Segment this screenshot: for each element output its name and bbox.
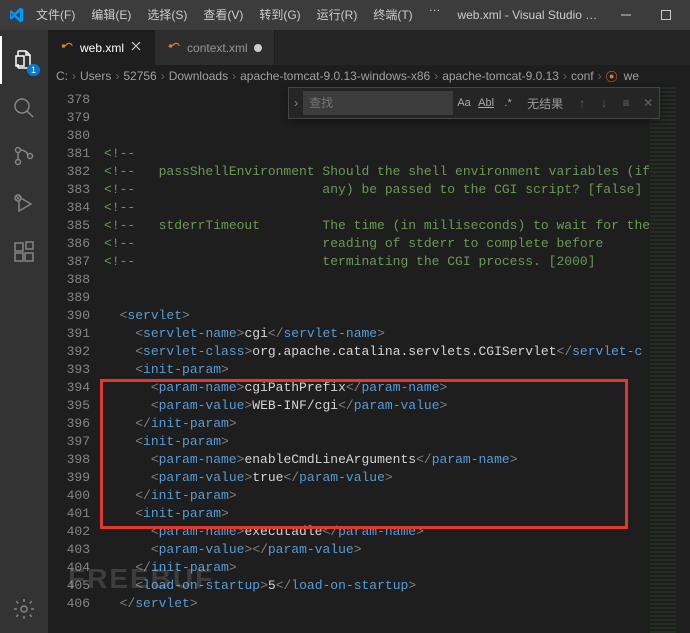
chevron-right-icon: › [598,69,602,83]
maximize-button[interactable] [646,0,686,30]
debug-icon[interactable] [0,180,48,228]
chevron-right-icon: › [72,69,76,83]
crumb[interactable]: Users [80,69,111,83]
find-input[interactable] [303,91,453,115]
code-editor[interactable]: 3783793803813823833843853863873883893903… [48,87,690,633]
crumb[interactable]: conf [571,69,594,83]
find-prev-icon[interactable]: ↑ [571,92,593,114]
find-next-icon[interactable]: ↓ [593,92,615,114]
menu-go[interactable]: 转到(G) [251,0,308,30]
search-icon[interactable] [0,84,48,132]
chevron-right-icon: › [434,69,438,83]
crumb[interactable]: apache-tomcat-9.0.13 [442,69,559,83]
find-selection-icon[interactable]: ≡ [615,92,637,114]
find-widget: › Aa Abl .* 无结果 ↑ ↓ ≡ ✕ [288,87,660,119]
editor-tabs: web.xml context.xml [48,30,690,65]
chevron-right-icon: › [563,69,567,83]
regex-icon[interactable]: .* [498,93,518,113]
vscode-logo-icon [4,7,28,23]
source-control-icon[interactable] [0,132,48,180]
tab-context-xml[interactable]: context.xml [155,30,275,65]
chevron-right-icon: › [161,69,165,83]
vertical-scrollbar[interactable] [676,87,690,633]
menu-edit[interactable]: 编辑(E) [83,0,139,30]
whole-word-icon[interactable]: Abl [476,93,496,113]
crumb[interactable]: we [624,69,639,83]
menu-overflow[interactable]: … [421,0,449,30]
line-number-gutter: 3783793803813823833843853863873883893903… [48,87,104,633]
menu-selection[interactable]: 选择(S) [139,0,195,30]
minimap[interactable] [650,87,676,633]
close-icon[interactable] [130,40,142,55]
chevron-right-icon[interactable]: › [289,88,303,118]
menu-bar: 文件(F) 编辑(E) 选择(S) 查看(V) 转到(G) 运行(R) 终端(T… [28,0,449,30]
window-title: web.xml - Visual Studio … [449,8,606,22]
titlebar: 文件(F) 编辑(E) 选择(S) 查看(V) 转到(G) 运行(R) 终端(T… [0,0,690,30]
crumb[interactable]: Downloads [169,69,228,83]
tab-label: context.xml [187,41,248,55]
xml-file-icon [60,39,74,56]
crumb[interactable]: C: [56,69,68,83]
watermark-text: FREEBUF [68,563,214,595]
find-result-text: 无结果 [519,95,571,112]
menu-run[interactable]: 运行(R) [309,0,366,30]
settings-gear-icon[interactable] [0,585,48,633]
xml-file-icon: ⦿ [606,68,618,85]
chevron-right-icon: › [232,69,236,83]
tab-web-xml[interactable]: web.xml [48,30,155,65]
breadcrumbs[interactable]: C: › Users › 52756 › Downloads › apache-tomc… [48,65,690,87]
editor-area: web.xml context.xml C: › Users › 52756 › Do… [48,30,690,633]
crumb[interactable]: apache-tomcat-9.0.13-windows-x86 [240,69,430,83]
crumb[interactable]: 52756 [123,69,156,83]
code-content[interactable]: <!--<!-- passShellEnvironment Should the… [104,87,650,633]
explorer-icon[interactable]: 1 [0,36,48,84]
match-case-icon[interactable]: Aa [454,93,474,113]
close-icon[interactable]: ✕ [637,92,659,114]
chevron-right-icon: › [115,69,119,83]
menu-terminal[interactable]: 终端(T) [365,0,420,30]
explorer-badge: 1 [27,64,40,76]
menu-file[interactable]: 文件(F) [28,0,83,30]
menu-view[interactable]: 查看(V) [195,0,251,30]
minimize-button[interactable] [606,0,646,30]
xml-file-icon [167,39,181,56]
activity-bar: 1 [0,30,48,633]
dirty-indicator-icon [254,44,262,52]
extensions-icon[interactable] [0,228,48,276]
tab-label: web.xml [80,41,124,55]
